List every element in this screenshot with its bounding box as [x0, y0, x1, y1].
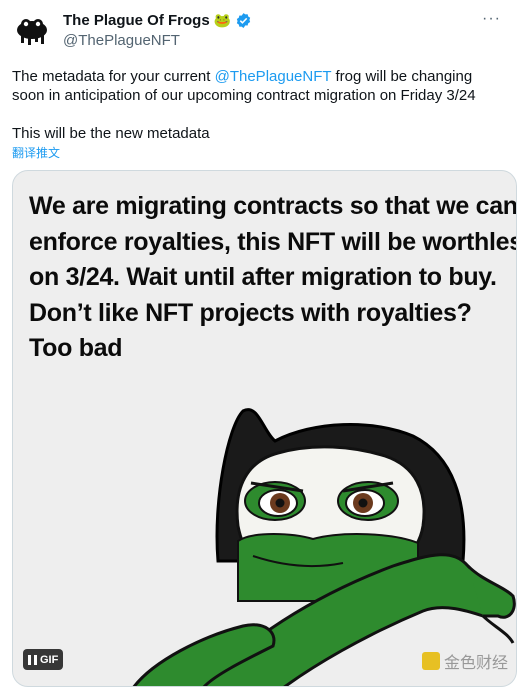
avatar[interactable] — [12, 10, 52, 50]
media-gif[interactable]: We are migrating contracts so that we ca… — [12, 170, 517, 687]
mention-link[interactable]: @ThePlagueNFT — [215, 68, 332, 85]
tweet-line-1: The metadata for your current @ThePlague… — [12, 67, 507, 86]
tweet-text: The metadata for your current @ThePlague… — [12, 67, 507, 143]
watermark-logo-icon — [421, 652, 440, 670]
tweet-text-segment: The metadata for your current — [12, 68, 215, 85]
tweet-line-3: This will be the new metadata — [12, 125, 210, 142]
tweet-line-2: soon in anticipation of our upcoming con… — [12, 87, 476, 104]
watermark: 金色财经 — [421, 649, 508, 673]
author-name-row[interactable]: The Plague Of Frogs 🐸 — [63, 12, 252, 29]
pause-icon[interactable] — [28, 654, 37, 665]
frog-avatar-icon — [17, 19, 47, 45]
more-options-icon[interactable]: ··· — [482, 10, 501, 28]
verified-badge-icon — [236, 13, 251, 28]
watermark-text: 金色财经 — [443, 655, 508, 672]
translate-link[interactable]: 翻译推文 — [12, 144, 60, 161]
gif-label: GIF — [40, 653, 59, 666]
author-name[interactable]: The Plague Of Frogs — [63, 12, 210, 29]
gif-badge[interactable]: GIF — [23, 649, 64, 670]
author-handle[interactable]: @ThePlagueNFT — [63, 32, 180, 49]
hooded-frog-illustration — [132, 408, 516, 686]
frog-emoji-icon: 🐸 — [213, 12, 232, 28]
tweet-text-segment: frog will be changing — [331, 68, 473, 85]
